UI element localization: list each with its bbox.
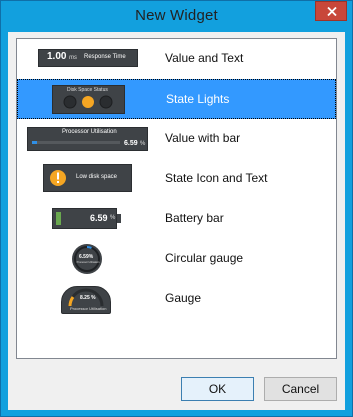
cancel-button[interactable]: Cancel [264, 377, 337, 401]
battery-terminal [117, 214, 121, 223]
item-label: State Lights [166, 92, 230, 106]
thumb-text: Processor Utilisation [70, 306, 107, 311]
item-label: Gauge [165, 291, 202, 305]
list-item-gauge[interactable]: 8.25 % Processor Utilisation Gauge [17, 279, 336, 319]
list-item-battery-bar[interactable]: 6.59 % Battery bar [17, 199, 336, 239]
thumb-unit: % [140, 141, 146, 147]
thumb-value: 6.59 [124, 140, 138, 147]
close-icon [327, 7, 337, 16]
thumb-value: 6.59% [79, 254, 94, 260]
item-label: Circular gauge [165, 251, 244, 265]
thumb-value: 1.00 [47, 51, 67, 62]
dialog-client: 1.00 ms Response Time Value and Text Dis… [8, 32, 345, 410]
thumb-bar-track [32, 141, 120, 144]
list-item-state-icon-and-text[interactable]: Low disk space State Icon and Text [17, 159, 336, 199]
thumb-gauge: 8.25 % Processor Utilisation [61, 286, 111, 314]
thumb-state-lights: Disk Space Status [52, 85, 125, 114]
title-bar[interactable]: New Widget [1, 1, 352, 31]
thumb-unit: ms [69, 55, 77, 61]
window-title: New Widget [135, 7, 218, 24]
list-item-value-with-bar[interactable]: Processor Utilisation 6.59 % Value with … [17, 119, 336, 159]
list-item-value-and-text[interactable]: 1.00 ms Response Time Value and Text [17, 39, 336, 79]
battery-fill [56, 212, 61, 225]
list-item-state-lights[interactable]: Disk Space Status State Lights [17, 79, 336, 119]
dialog-window: New Widget 1.00 ms Response Time Value a… [0, 0, 353, 417]
close-button[interactable] [315, 1, 347, 21]
state-lights-icon [63, 95, 113, 109]
thumb-bar-fill [32, 141, 37, 144]
thumb-text: Response Time [84, 54, 126, 60]
thumb-title: Processor Utilisation [62, 129, 117, 135]
thumb-battery-bar: 6.59 % [52, 208, 117, 229]
thumb-text: Processor Utilisation [76, 261, 100, 264]
item-label: Value and Text [165, 51, 244, 65]
thumb-value: 8.25 % [80, 295, 96, 301]
thumb-state-icon-and-text: Low disk space [43, 164, 132, 192]
list-item-circular-gauge[interactable]: 6.59% Processor Utilisation Circular gau… [17, 239, 336, 279]
item-label: Value with bar [165, 131, 241, 145]
thumb-value-and-text: 1.00 ms Response Time [38, 49, 138, 67]
item-label: Battery bar [165, 211, 224, 225]
item-label: State Icon and Text [165, 171, 268, 185]
warning-icon [50, 170, 66, 186]
thumb-value: 6.59 [90, 213, 108, 223]
thumb-value-with-bar: Processor Utilisation 6.59 % [27, 127, 148, 151]
thumb-unit: % [110, 215, 116, 221]
thumb-text: Low disk space [76, 174, 118, 180]
widget-type-list[interactable]: 1.00 ms Response Time Value and Text Dis… [16, 38, 337, 359]
ok-button[interactable]: OK [181, 377, 254, 401]
